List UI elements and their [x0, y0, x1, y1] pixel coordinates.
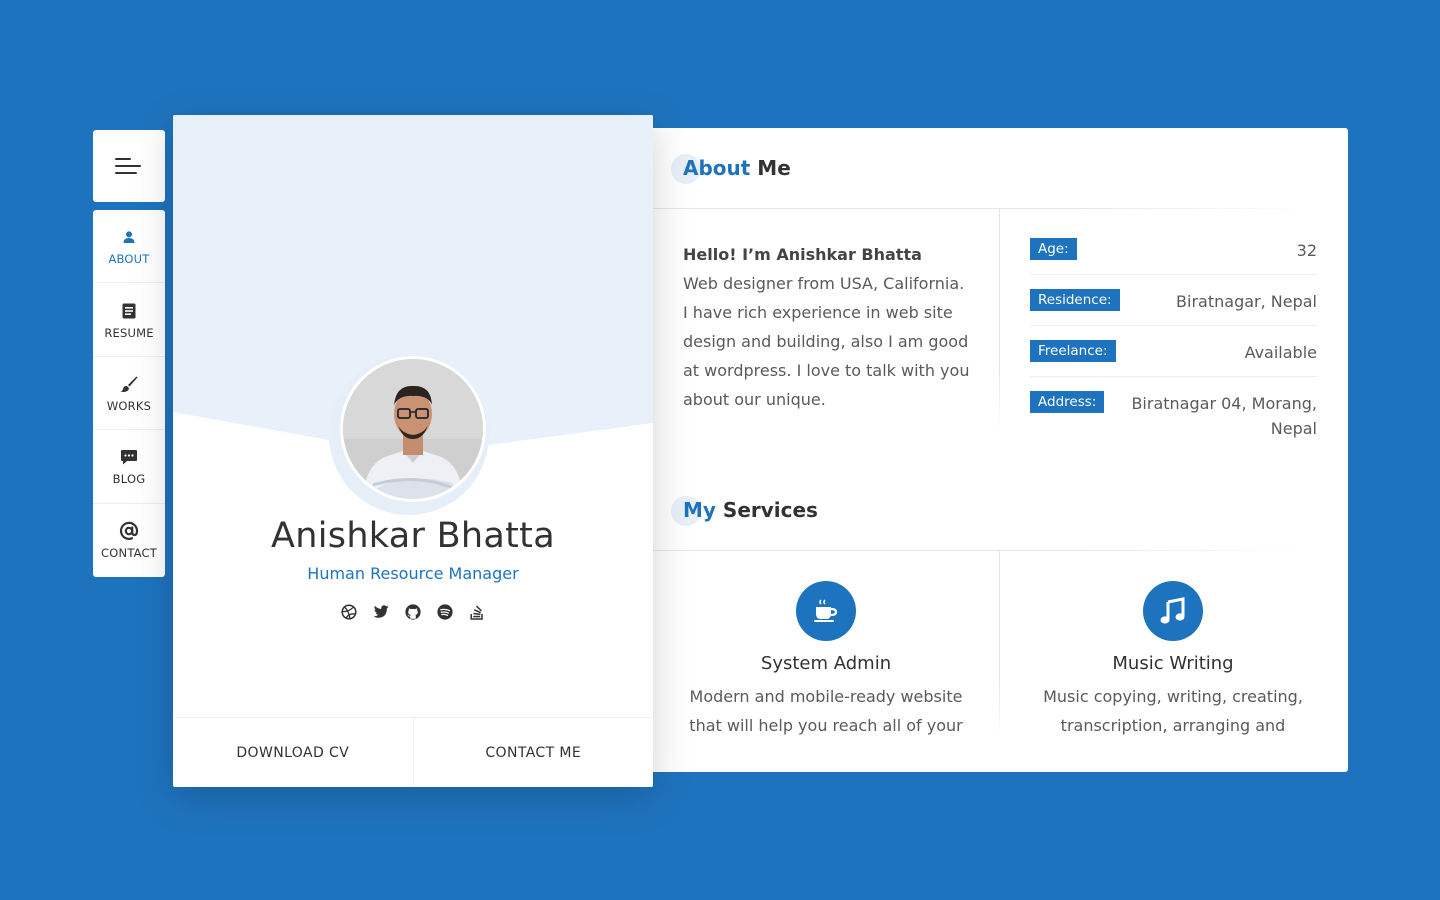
spotify-icon[interactable] [437, 604, 453, 620]
service-title: Music Writing [1112, 653, 1234, 674]
user-icon [123, 226, 135, 248]
nav-item-works[interactable]: WORKS [93, 357, 165, 431]
download-cv-button[interactable]: DOWNLOAD CV [173, 718, 414, 787]
content-panel: About Me Hello! I’m Anishkar Bhatta Web … [653, 128, 1348, 772]
card-actions: DOWNLOAD CV CONTACT ME [173, 717, 653, 787]
twitter-icon[interactable] [373, 604, 389, 620]
info-key: Address: [1030, 391, 1105, 413]
nav-label-about: ABOUT [108, 252, 150, 267]
about-bio: Hello! I’m Anishkar Bhatta Web designer … [683, 240, 973, 414]
service-music-writing: Music Writing Music copying, writing, cr… [1000, 581, 1346, 740]
dribbble-icon[interactable] [341, 604, 357, 620]
nav-item-resume[interactable]: RESUME [93, 283, 165, 357]
divider [999, 209, 1000, 439]
services-title-rest: Services [715, 498, 818, 522]
stackoverflow-icon[interactable] [469, 604, 485, 620]
music-note-icon [1143, 581, 1203, 641]
info-row-freelance: Freelance: Available [1030, 338, 1317, 377]
divider [653, 550, 1348, 551]
side-nav: ABOUT RESUME WORKS BLOG CONTACT [93, 210, 165, 577]
coffee-icon [796, 581, 856, 641]
info-row-address: Address: Biratnagar 04, Morang, Nepal [1030, 389, 1317, 452]
info-key: Age: [1030, 238, 1077, 260]
info-value: 32 [1296, 241, 1317, 260]
avatar [340, 356, 486, 502]
services-title-accent: My [683, 498, 716, 522]
contact-me-button[interactable]: CONTACT ME [414, 718, 654, 787]
service-description: Music copying, writing, creating, transc… [1043, 687, 1303, 735]
nav-item-blog[interactable]: BLOG [93, 430, 165, 504]
info-value: Available [1244, 343, 1317, 362]
about-title: About Me [671, 154, 791, 184]
menu-toggle-button[interactable] [93, 130, 165, 202]
info-key: Residence: [1030, 289, 1120, 311]
nav-item-about[interactable]: ABOUT [93, 210, 165, 284]
service-system-admin: System Admin Modern and mobile-ready web… [653, 581, 999, 740]
document-icon [122, 300, 136, 322]
info-list: Age: 32 Residence: Biratnagar, Nepal Fre… [1030, 236, 1317, 464]
nav-label-works: WORKS [106, 398, 152, 413]
github-icon[interactable] [405, 604, 421, 620]
nav-label-contact: CONTACT [101, 546, 157, 561]
divider [653, 208, 1348, 209]
brush-icon [120, 373, 138, 395]
service-description: Modern and mobile-ready website that wil… [689, 687, 963, 735]
profile-name: Anishkar Bhatta [271, 516, 555, 556]
nav-label-blog: BLOG [112, 472, 146, 487]
info-value: Biratnagar 04, Morang, Nepal [1131, 394, 1317, 438]
about-greeting: Hello! I’m Anishkar Bhatta [683, 245, 922, 264]
at-icon [119, 520, 139, 542]
about-title-rest: Me [750, 156, 791, 180]
services-title: My Services [671, 496, 818, 526]
profile-card: Anishkar Bhatta Human Resource Manager D… [173, 115, 653, 787]
info-key: Freelance: [1030, 340, 1116, 362]
social-links [173, 604, 653, 620]
nav-item-contact[interactable]: CONTACT [93, 504, 165, 577]
profile-role: Human Resource Manager [307, 564, 519, 583]
nav-label-resume: RESUME [104, 325, 154, 340]
hamburger-icon [115, 158, 143, 174]
info-row-residence: Residence: Biratnagar, Nepal [1030, 287, 1317, 326]
about-title-accent: About [683, 156, 751, 180]
chat-icon [120, 446, 138, 468]
about-description: Web designer from USA, California. I hav… [683, 274, 970, 409]
service-title: System Admin [760, 653, 892, 674]
info-value: Biratnagar, Nepal [1176, 292, 1317, 311]
info-row-age: Age: 32 [1030, 236, 1317, 275]
